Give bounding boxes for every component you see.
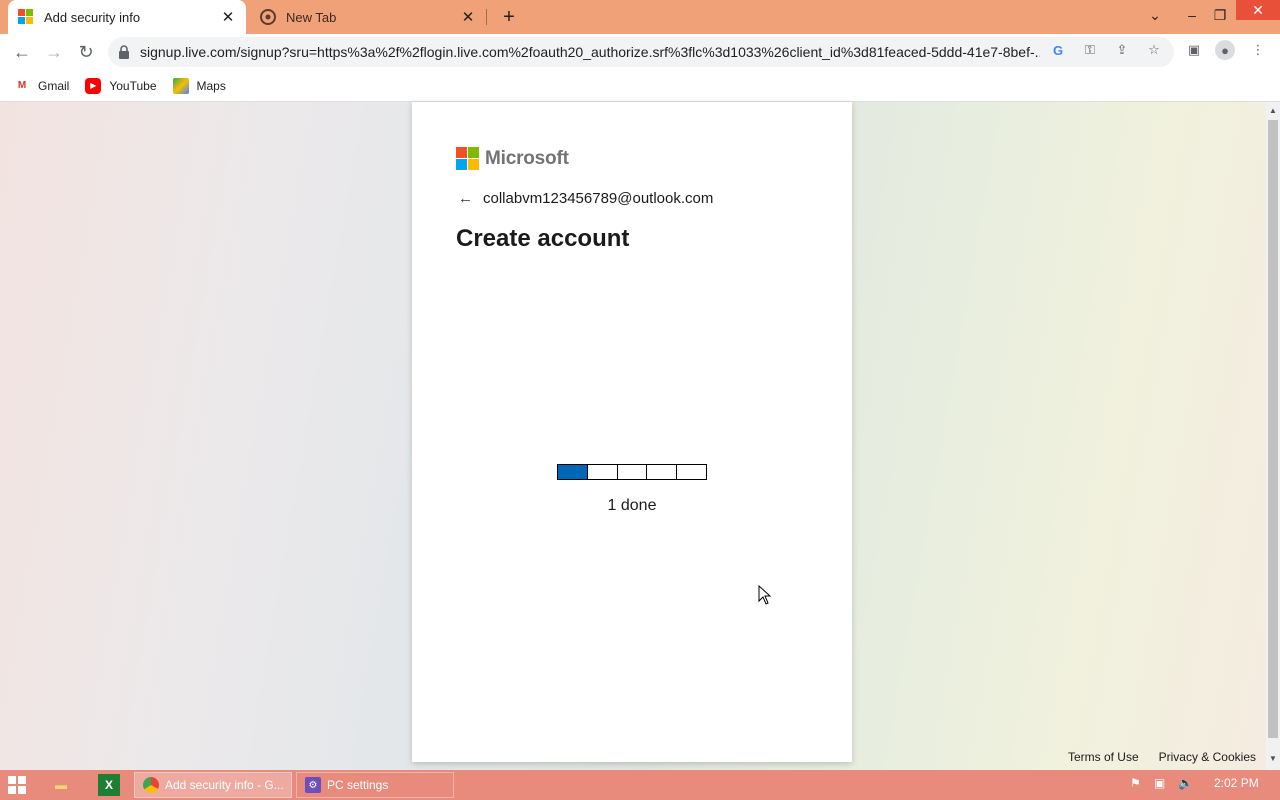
chrome-icon: [143, 777, 159, 793]
taskbar-item-pc-settings[interactable]: ⚙ PC settings: [296, 772, 454, 798]
windows-start-icon[interactable]: [8, 776, 26, 794]
taskbar-item-chrome[interactable]: Add security info - G...: [134, 772, 292, 798]
share-icon[interactable]: ⇪: [1112, 40, 1132, 60]
new-tab-button[interactable]: +: [498, 6, 520, 28]
taskbar-item-label: PC settings: [327, 778, 389, 792]
progress-segment: [558, 465, 587, 479]
bookmark-youtube[interactable]: ▶ YouTube: [85, 77, 157, 94]
gmail-icon: M: [17, 80, 27, 91]
progress-segment: [616, 465, 647, 479]
chrome-favicon-icon: [260, 9, 276, 25]
page-background: Microsoft ← collabvm123456789@outlook.co…: [0, 102, 1266, 770]
tab-separator: [486, 9, 487, 25]
tab-search-chevron-icon[interactable]: ⌄: [1142, 0, 1168, 30]
taskbar: ▬ X Add security info - G... ⚙ PC settin…: [0, 770, 1280, 800]
clock[interactable]: 2:02 PM: [1214, 776, 1259, 790]
privacy-cookies-link[interactable]: Privacy & Cookies: [1159, 750, 1256, 764]
bookmark-label: Maps: [196, 78, 226, 93]
profile-avatar-icon[interactable]: ●: [1215, 40, 1235, 60]
volume-muted-icon[interactable]: 🔈: [1178, 776, 1193, 790]
identity-email: collabvm123456789@outlook.com: [483, 190, 714, 207]
tab-add-security-info[interactable]: Add security info ✕: [8, 0, 246, 34]
close-tab-icon[interactable]: ✕: [220, 9, 236, 26]
forward-arrow-icon[interactable]: →: [40, 38, 68, 66]
bookmarks-bar: M Gmail ▶ YouTube Maps: [0, 70, 1280, 102]
progress-segment: [676, 465, 706, 479]
window-close-icon[interactable]: ✕: [1236, 0, 1280, 20]
bookmark-label: Gmail: [38, 78, 70, 93]
progress-segment: [646, 465, 677, 479]
side-panel-icon[interactable]: ▣: [1184, 40, 1204, 60]
progress-segment: [586, 465, 617, 479]
back-arrow-icon[interactable]: ←: [458, 190, 473, 207]
terms-of-use-link[interactable]: Terms of Use: [1068, 750, 1139, 764]
network-icon[interactable]: ▣: [1154, 776, 1165, 790]
taskbar-item-label: Add security info - G...: [165, 778, 284, 792]
google-translate-icon[interactable]: G: [1048, 40, 1068, 60]
brand-name: Microsoft: [485, 147, 569, 169]
scroll-down-arrow-icon[interactable]: ▼: [1268, 754, 1278, 766]
close-tab-icon[interactable]: ✕: [460, 9, 476, 26]
restore-icon[interactable]: ❐: [1206, 0, 1234, 30]
progress-label: 1 done: [607, 497, 657, 514]
scroll-up-arrow-icon[interactable]: ▲: [1268, 106, 1278, 118]
progress-indicator: [557, 464, 707, 480]
browser-tab-strip: Add security info ✕ New Tab ✕ + ⌄ – ❐ ✕: [0, 0, 1280, 34]
microsoft-favicon-icon: [18, 9, 34, 25]
settings-gear-icon: ⚙: [305, 777, 321, 793]
identity-banner[interactable]: ← collabvm123456789@outlook.com: [458, 190, 713, 207]
page-title: Create account: [456, 225, 630, 252]
tab-title: New Tab: [286, 9, 337, 25]
lock-icon[interactable]: [118, 45, 130, 59]
tab-title: Add security info: [44, 9, 141, 25]
mouse-cursor-icon: [758, 585, 772, 605]
maps-icon: [172, 77, 189, 94]
browser-toolbar: ← → ↻ signup.live.com/signup?sru=https%3…: [0, 34, 1280, 70]
key-icon[interactable]: ⚿: [1080, 40, 1100, 60]
scroll-thumb[interactable]: [1268, 120, 1278, 738]
reload-icon[interactable]: ↻: [72, 38, 100, 66]
bookmark-gmail[interactable]: M Gmail: [14, 78, 70, 94]
minimize-icon[interactable]: –: [1178, 0, 1206, 30]
url-text[interactable]: signup.live.com/signup?sru=https%3a%2f%2…: [140, 44, 1040, 60]
footer-links: Terms of Use Privacy & Cookies: [1048, 750, 1256, 764]
menu-kebab-icon[interactable]: ⋮: [1248, 40, 1268, 60]
signup-card: Microsoft ← collabvm123456789@outlook.co…: [412, 102, 852, 762]
microsoft-logo-icon: [456, 147, 479, 170]
file-explorer-icon[interactable]: ▬: [50, 774, 72, 796]
bookmark-maps[interactable]: Maps: [172, 77, 226, 94]
youtube-icon: ▶: [85, 77, 102, 94]
page-scrollbar[interactable]: ▲ ▼: [1266, 102, 1280, 770]
back-arrow-icon[interactable]: ←: [8, 38, 36, 66]
action-center-flag-icon[interactable]: ⚑: [1130, 776, 1141, 790]
address-bar[interactable]: signup.live.com/signup?sru=https%3a%2f%2…: [108, 37, 1174, 67]
bookmark-label: YouTube: [109, 78, 157, 93]
spreadsheet-app-icon[interactable]: X: [98, 774, 120, 796]
tab-new-tab[interactable]: New Tab ✕: [250, 0, 486, 34]
bookmark-star-icon[interactable]: ☆: [1144, 40, 1164, 60]
microsoft-logo: Microsoft: [456, 147, 569, 170]
